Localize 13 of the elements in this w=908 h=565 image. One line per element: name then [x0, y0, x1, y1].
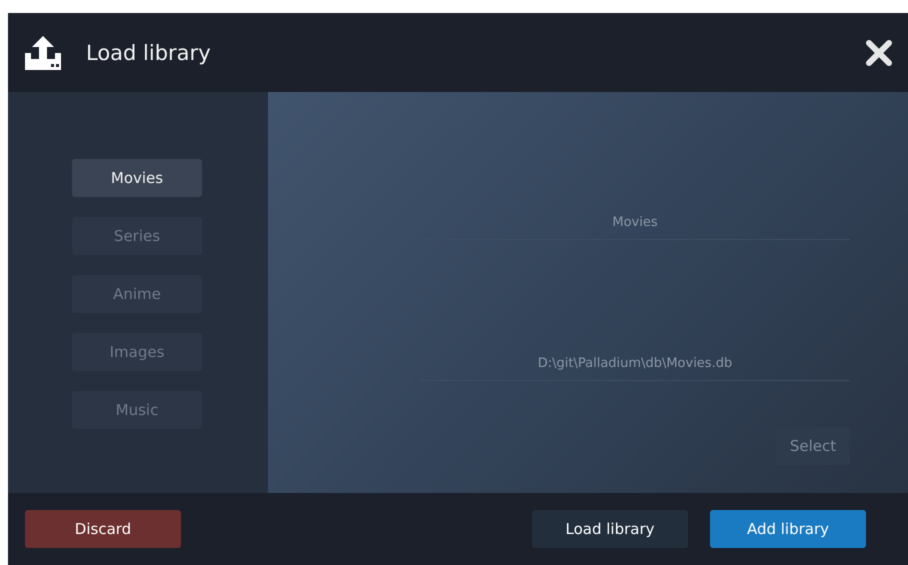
category-tab[interactable]: Anime: [72, 275, 202, 313]
category-tab[interactable]: Series: [72, 217, 202, 255]
add-library-button[interactable]: Add library: [710, 510, 866, 548]
load-library-button[interactable]: Load library: [532, 510, 688, 548]
path-field[interactable]: D:\git\Palladium\db\Movies.db: [420, 347, 850, 381]
category-tab[interactable]: Movies: [72, 159, 202, 197]
category-tab[interactable]: Images: [72, 333, 202, 371]
upload-icon: [24, 34, 62, 70]
window-title: Load library: [86, 40, 211, 64]
close-icon[interactable]: [866, 40, 892, 66]
name-field[interactable]: Movies: [420, 206, 850, 240]
category-tab[interactable]: Music: [72, 391, 202, 429]
discard-button[interactable]: Discard: [25, 510, 181, 548]
